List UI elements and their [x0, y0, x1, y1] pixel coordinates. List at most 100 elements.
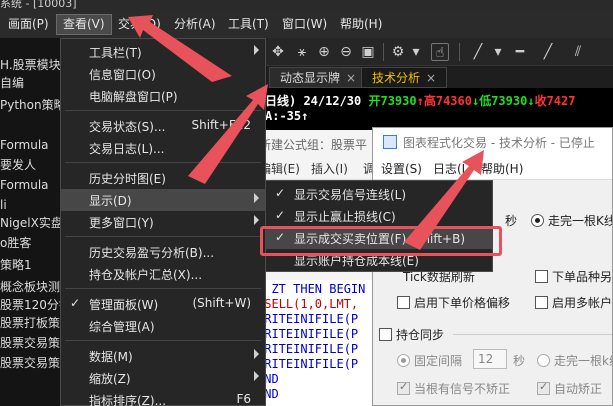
view-menu-item[interactable]: 数据(M) — [61, 345, 265, 367]
menu-item-label: 历史分时图(E) — [89, 172, 166, 186]
price-offset-checkbox[interactable] — [397, 296, 410, 309]
strategy-list-item[interactable]: o胜客 — [0, 234, 31, 252]
interval-input[interactable]: 12 — [473, 349, 507, 369]
zoom-in-icon[interactable]: ⊕ — [315, 43, 333, 61]
editor-title: 新建公式组：股票平 — [259, 138, 368, 152]
dialog-menu-settings[interactable]: 设置(S) — [381, 160, 422, 177]
position-sync-checkbox[interactable] — [379, 328, 392, 341]
menu-6[interactable]: 帮助(H) — [334, 14, 388, 35]
complete-bar-radio[interactable] — [531, 214, 544, 227]
menu-3[interactable]: 分析(A) — [168, 14, 222, 35]
view-menu-item[interactable]: 综合管理(A) — [61, 315, 265, 337]
fixed-interval-radio[interactable] — [397, 354, 410, 367]
menu-item-label: 显示交易信号连线(L) — [294, 188, 407, 202]
complete-bar-2-label: 走完一根k线 — [554, 354, 612, 368]
strategy-list-item[interactable]: Formula — [0, 136, 49, 154]
menu-item-label: 历史交易盈亏分析(B)... — [89, 246, 215, 260]
chart-icon[interactable]: ▣ — [359, 43, 377, 61]
menu-1[interactable]: 查看(V) — [56, 14, 112, 35]
strategy-list-item[interactable]: H.股票模块示 — [0, 56, 60, 74]
strategy-list-item[interactable]: 概念板块测试 — [0, 278, 60, 296]
display-submenu-item[interactable]: ✓ 显示交易信号连线(L) — [266, 183, 492, 205]
no-correct-checkbox[interactable] — [397, 380, 410, 395]
menu-item-label: 数据(M) — [89, 350, 133, 364]
menu-item-label: 更多窗口(Y) — [89, 216, 154, 230]
view-menu-item[interactable]: 历史分时图(E) — [61, 167, 265, 189]
view-menu-item[interactable]: 指标排序(Z)... F6 — [61, 389, 265, 406]
view-menu-item[interactable]: 持仓及帐户汇总(X)... — [61, 263, 265, 285]
view-menu-item[interactable]: 交易状态(S)... Shift+F12 — [61, 115, 265, 137]
sec-label: 秒 — [505, 214, 518, 228]
pattern-icon[interactable]: ⚹ — [293, 43, 311, 61]
menu-item-label: 信息窗口(O) — [89, 68, 156, 82]
strategy-list-item[interactable]: li — [0, 196, 7, 214]
menu-0[interactable]: 画面(P) — [2, 14, 55, 35]
auto-correct-checkbox[interactable] — [537, 380, 550, 395]
view-menu-item[interactable]: 更多窗口(Y) — [61, 211, 265, 233]
strategy-list-item[interactable]: 股票打板策略 — [0, 314, 60, 332]
dialog-title: 图表程式化交易 - 技术分析 - 已停止 — [403, 136, 595, 150]
gear-icon[interactable]: ⚙ — [389, 43, 407, 61]
strategy-list-item[interactable]: 自编 — [0, 74, 24, 92]
strategy-list-panel: H.股票模块示自编 Python策略 Formula 要发人 Formula liNige… — [0, 38, 60, 406]
view-menu-item[interactable]: 工具栏(T) — [61, 41, 265, 63]
submenu-arrow-icon — [254, 45, 259, 55]
strategy-list-item[interactable]: 股票交易策略 — [0, 334, 60, 352]
code-line: WRITEINIFILE(P — [257, 312, 359, 326]
hline-tool-icon[interactable]: ━ — [511, 43, 529, 61]
view-menu-item[interactable]: 信息窗口(O) — [61, 63, 265, 85]
view-menu-item[interactable]: 显示(D) — [61, 189, 265, 211]
menu-2[interactable]: 交易(O) — [112, 14, 167, 35]
strategy-list-item[interactable]: Python策略 — [0, 96, 60, 114]
ray-tool-icon[interactable]: ╱ — [539, 43, 557, 61]
low-price: 低73930 — [479, 94, 528, 108]
view-menu-item[interactable]: 缩放(Z) — [61, 367, 265, 389]
multi-account-checkbox[interactable] — [535, 296, 548, 309]
parallel-tool-icon[interactable]: ⫽ — [569, 43, 587, 61]
strategy-list-item[interactable]: 要发人 — [0, 156, 36, 174]
chevron-down-icon[interactable]: ▾ — [489, 43, 507, 61]
menu-separator — [65, 162, 261, 163]
close-price: 收7427 — [534, 94, 576, 108]
dialog-menu-log[interactable]: 日志(L) — [433, 160, 473, 177]
crosshair-icon[interactable]: ✥ — [269, 43, 287, 61]
submenu-arrow-icon — [254, 349, 259, 359]
quote-readout: 日线) 24/12/30 开73930↑高74360↓低73930↓收7427 — [265, 92, 575, 109]
no-correct-label: 当根有信号不矫正 — [414, 382, 511, 396]
complete-bar-2-radio[interactable] — [537, 354, 550, 367]
chevron-down-icon[interactable]: ▾ — [407, 43, 425, 61]
code-area[interactable]: F ZT THEN BEGIN TSELL(1,0,LMT, WRITEINIF… — [255, 280, 375, 406]
menu-item-label: 综合管理(A) — [89, 320, 155, 334]
menu-separator — [65, 288, 261, 289]
dialog-menu-help[interactable]: 帮助(H) — [481, 160, 523, 177]
editor-menu-insert[interactable]: 插入(I) — [311, 160, 348, 177]
close-icon[interactable]: × — [346, 71, 356, 85]
code-line: F ZT THEN BEGIN — [257, 282, 366, 296]
menu-item-shortcut: (Shift+W) — [192, 296, 251, 310]
view-menu-item[interactable]: 交易日志(L)... — [61, 137, 265, 159]
strategy-list-item[interactable]: 策略1 — [0, 256, 32, 274]
menu-5[interactable]: 窗口(W) — [276, 14, 333, 35]
dialog-title-bar: 图表程式化交易 - 技术分析 - 已停止 — [373, 128, 612, 156]
menu-item-label: 交易日志(L)... — [89, 142, 165, 156]
menu-4[interactable]: 工具(T) — [222, 14, 275, 35]
code-line: TSELL(1,0,LMT, — [257, 297, 359, 311]
hand-icon[interactable]: ☝ — [431, 43, 449, 61]
tab-1[interactable]: 技术分析 × — [361, 67, 448, 88]
display-submenu-item[interactable]: ✓ 显示止赢止损线(C) — [266, 205, 492, 227]
zoom-out-icon[interactable]: ⊖ — [337, 43, 355, 61]
close-icon[interactable]: × — [426, 71, 436, 85]
tab-0[interactable]: 动态显示牌 × — [269, 67, 368, 88]
view-menu-item[interactable]: 电脑解盘窗口(P) — [61, 85, 265, 107]
code-line: WRITEINIFILE(P — [257, 342, 359, 356]
app-icon — [383, 135, 397, 149]
line-tool-icon[interactable]: ╱ — [469, 43, 487, 61]
strategy-list-item[interactable]: NigelX实盘 — [0, 214, 60, 232]
view-menu-item[interactable]: ✓ 管理面板(W) (Shift+W) — [61, 293, 265, 315]
single-split-checkbox[interactable] — [535, 270, 548, 283]
toolbar-divider — [383, 43, 384, 61]
strategy-list-item[interactable]: Formula — [0, 176, 49, 194]
strategy-list-item[interactable]: 股票交易策略 — [0, 354, 60, 372]
strategy-list-item[interactable]: 股票120分钟 — [0, 296, 60, 314]
view-menu-item[interactable]: 历史交易盈亏分析(B)... — [61, 241, 265, 263]
